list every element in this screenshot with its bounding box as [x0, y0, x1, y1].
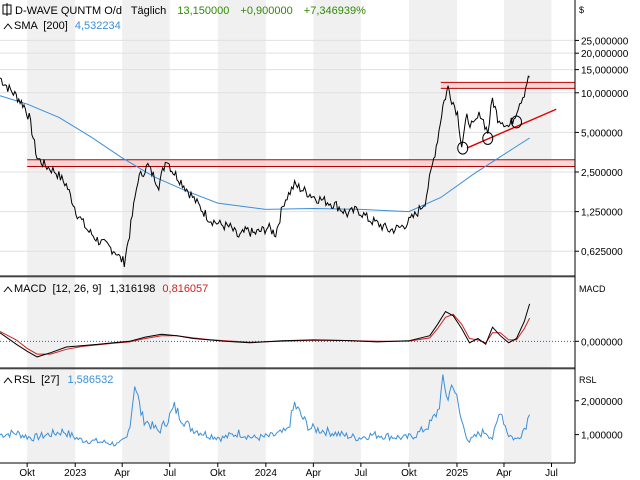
- svg-text:MACD [12, 26, 9] 1: MACD [12, 26, 9] 1,316198 0,816057: [14, 283, 208, 295]
- x-tick-label: Okt: [19, 468, 35, 479]
- resistance-band: [27, 159, 576, 167]
- macd-legend-param: [12, 26, 9]: [52, 283, 101, 295]
- price-y-tick-label: 1,250000: [581, 208, 623, 219]
- price-header: D-WAVE QUNTM O/d Täglich 13,150000 +0,90…: [2, 3, 584, 32]
- rsl-legend-param: [27]: [41, 374, 59, 386]
- rsl-axis-label: RSL: [579, 375, 597, 385]
- change-absolute: +0,900000: [240, 5, 292, 17]
- rsl-y-tick-label: 2,000000: [581, 397, 623, 408]
- rsl-legend-value: 1,586532: [67, 374, 113, 386]
- resistance-bands: [27, 81, 576, 168]
- rsl-legend-icon: [3, 377, 13, 384]
- sma-legend-param: [200]: [43, 20, 67, 32]
- x-axis-ticks: Okt 2023 Apr Jul Okt 2024 Apr Jul Okt 2025 Apr Jul: [19, 463, 558, 479]
- macd-axis-label: MACD: [579, 284, 606, 294]
- macd-legend-icon: [3, 286, 13, 293]
- change-percent: +7,346939%: [304, 5, 366, 17]
- macd-legend-value: 1,316198: [109, 283, 155, 295]
- chart-canvas: 25,000000 20,000000 15,000000 10,000000 5,00…: [0, 0, 629, 479]
- sma-legend-icon: [3, 23, 13, 30]
- grid-lines: [0, 39, 575, 252]
- x-tick-label: Okt: [210, 468, 226, 479]
- currency-label: $: [579, 5, 584, 15]
- svg-text:SMA [200] 4,53: SMA [200] 4,532234: [14, 20, 121, 32]
- x-tick-label: 2025: [446, 468, 469, 479]
- x-tick-label: Apr: [306, 468, 322, 479]
- x-tick-label: Apr: [114, 468, 130, 479]
- macd-legend-signal: 0,816057: [162, 283, 208, 295]
- last-price: 13,150000: [177, 5, 229, 17]
- price-y-tick-label: 15,000000: [581, 66, 629, 77]
- sma-legend-name: SMA: [14, 20, 39, 32]
- price-y-tick-label: 10,000000: [581, 89, 629, 100]
- x-tick-label: 2023: [64, 468, 87, 479]
- symbol-label: D-WAVE QUNTM O/d: [15, 5, 122, 17]
- sma-legend: SMA [200] 4,532234: [3, 20, 121, 32]
- macd-legend-name: MACD: [14, 283, 46, 295]
- price-y-tick-label: 5,000000: [581, 128, 623, 139]
- rsl-legend-name: RSL: [14, 374, 35, 386]
- rsl-y-tick-label: 1,000000: [581, 431, 623, 442]
- macd-y-tick-label: 0,000000: [581, 337, 623, 348]
- x-tick-label: Jul: [163, 468, 176, 479]
- sma-legend-value: 4,532234: [75, 20, 121, 32]
- x-tick-label: Apr: [496, 468, 512, 479]
- x-tick-label: 2024: [255, 468, 278, 479]
- period-label: Täglich: [131, 5, 166, 17]
- price-y-tick-label: 2,500000: [581, 168, 623, 179]
- price-y-tick-label: 20,000000: [581, 49, 629, 60]
- x-tick-label: Jul: [545, 468, 558, 479]
- macd-panel: [0, 303, 575, 358]
- x-tick-label: Okt: [401, 468, 417, 479]
- price-y-tick-label: 25,000000: [581, 36, 629, 47]
- x-tick-label: Jul: [354, 468, 367, 479]
- price-y-tick-label: 0,625000: [581, 247, 623, 258]
- svg-text:D-WAVE QUNTM O/d Täglich: D-WAVE QUNTM O/d Täglich 13,150000 +0,90…: [15, 5, 366, 17]
- resistance-band: [440, 82, 575, 89]
